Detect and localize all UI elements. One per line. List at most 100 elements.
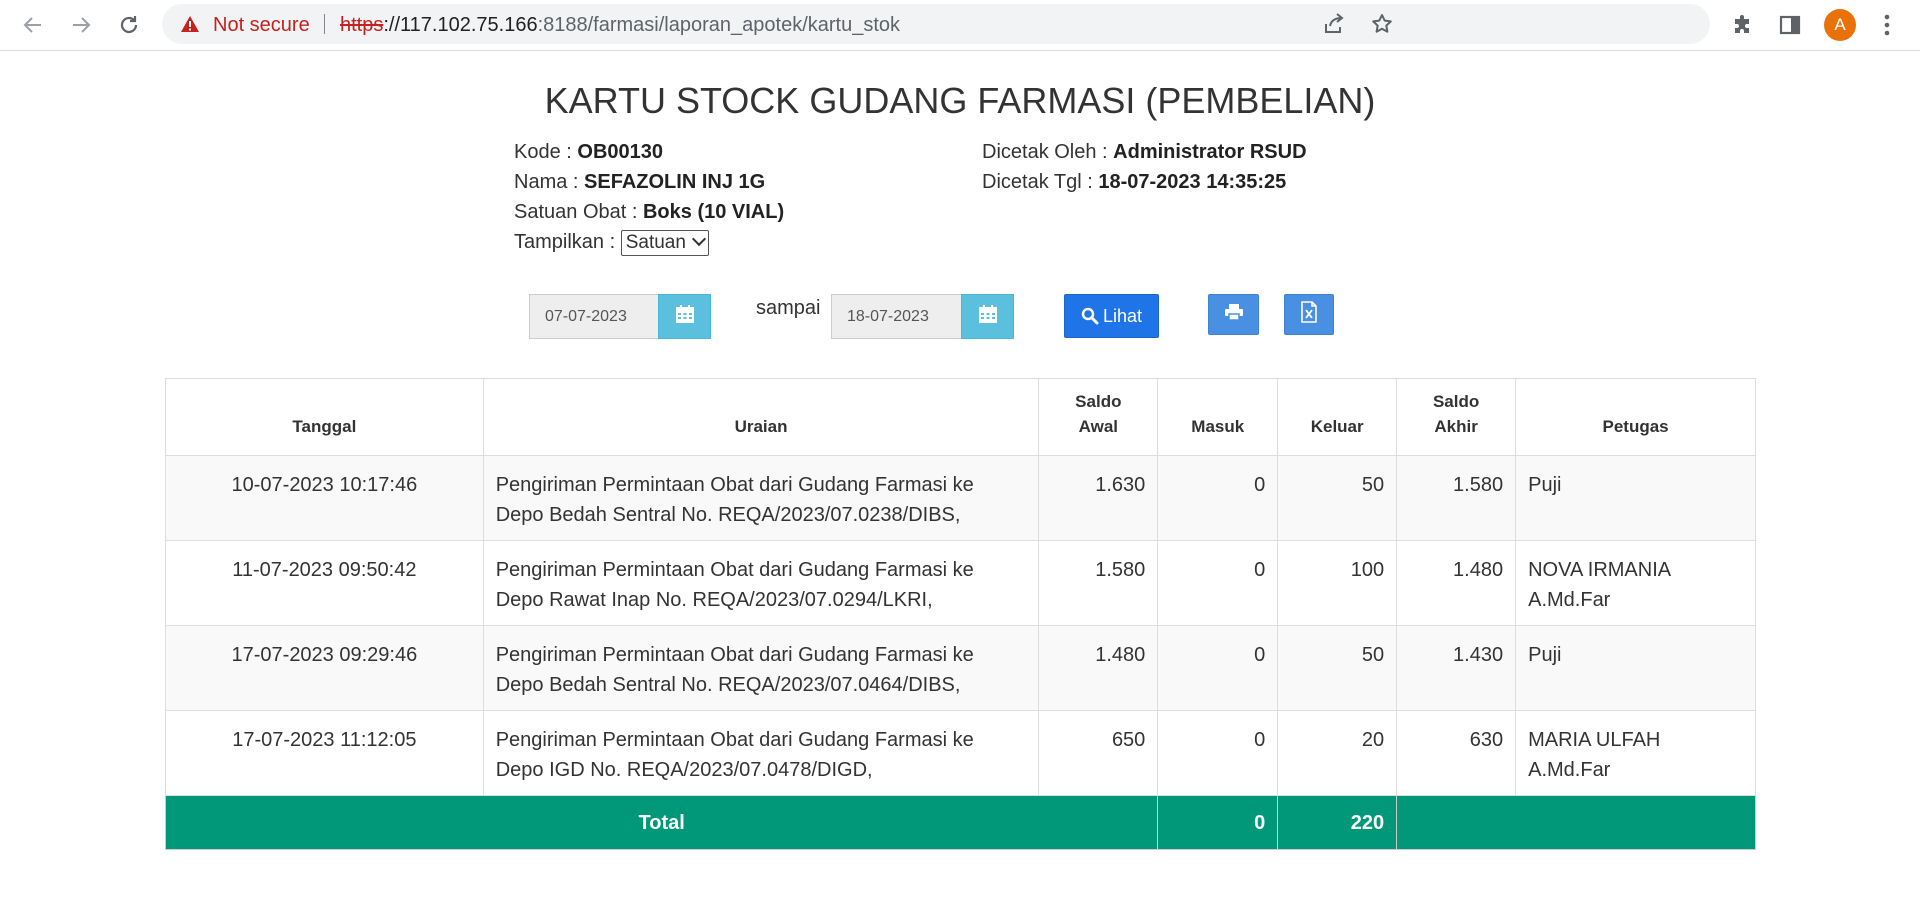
cell-petugas: Puji [1515, 625, 1756, 711]
total-keluar: 220 [1277, 795, 1398, 850]
satuan-label: Satuan Obat : [514, 201, 643, 223]
calendar-icon [978, 304, 998, 329]
nama-value: SEFAZOLIN INJ 1G [584, 171, 766, 193]
print-icon [1224, 303, 1244, 326]
omnibox-separator [324, 14, 325, 34]
tampilkan-select[interactable]: Satuan [620, 229, 709, 256]
address-bar[interactable]: Not secure https://117.102.75.166:8188/f… [162, 4, 1710, 44]
cell-keluar: 20 [1277, 710, 1398, 796]
kebab-menu-icon[interactable] [1873, 11, 1901, 39]
reload-icon[interactable] [111, 7, 147, 43]
info-left: Kode : OB00130 Nama : SEFAZOLIN INJ 1G S… [514, 137, 784, 257]
satuan-line: Satuan Obat : Boks (10 VIAL) [514, 197, 784, 227]
total-row: Total 0 220 [164, 795, 1756, 850]
cell-masuk: 0 [1157, 710, 1279, 796]
cell-tanggal: 17-07-2023 11:12:05 [165, 710, 484, 796]
table-row: 10-07-2023 10:17:46 Pengiriman Permintaa… [165, 455, 1756, 541]
cell-saldo-awal: 1.580 [1038, 540, 1159, 626]
nama-line: Nama : SEFAZOLIN INJ 1G [514, 167, 784, 197]
cell-petugas: NOVA IRMANIA A.Md.Far [1515, 540, 1756, 626]
table-row: 11-07-2023 09:50:42 Pengiriman Permintaa… [165, 540, 1756, 626]
url-host: ://117.102.75.166 [383, 14, 538, 36]
date-from-input[interactable]: 07-07-2023 [529, 294, 659, 339]
total-label: Total [164, 795, 1159, 850]
dicetak-oleh-label: Dicetak Oleh : [982, 141, 1114, 163]
cell-uraian: Pengiriman Permintaan Obat dari Gudang F… [482, 625, 1040, 711]
cell-saldo-awal: 1.480 [1038, 625, 1159, 711]
url-path: :8188/farmasi/laporan_apotek/kartu_stok [537, 14, 901, 36]
col-header-keluar: Keluar [1277, 378, 1398, 456]
table-row: 17-07-2023 11:12:05 Pengiriman Permintaa… [165, 710, 1756, 796]
col-header-saldo-awal: Saldo Awal [1038, 378, 1159, 456]
cell-tanggal: 10-07-2023 10:17:46 [165, 455, 484, 541]
col-header-uraian: Uraian [482, 378, 1040, 456]
cell-uraian: Pengiriman Permintaan Obat dari Gudang F… [482, 455, 1040, 541]
nama-label: Nama : [514, 171, 585, 193]
dicetak-tgl-value: 18-07-2023 14:35:25 [1098, 171, 1287, 193]
sampai-label: sampai [756, 297, 821, 319]
dicetak-oleh-value: Administrator RSUD [1113, 141, 1307, 163]
tampilkan-selected: Satuan [625, 231, 686, 253]
cell-petugas: MARIA ULFAH A.Md.Far [1515, 710, 1756, 796]
col-header-tanggal: Tanggal [165, 378, 484, 456]
cell-keluar: 50 [1277, 455, 1398, 541]
browser-toolbar: Not secure https://117.102.75.166:8188/f… [0, 0, 1920, 51]
info-right: Dicetak Oleh : Administrator RSUD Diceta… [982, 137, 1307, 197]
cell-saldo-akhir: 1.580 [1396, 455, 1517, 541]
cell-masuk: 0 [1157, 455, 1279, 541]
dicetak-oleh-line: Dicetak Oleh : Administrator RSUD [982, 137, 1307, 167]
cell-uraian: Pengiriman Permintaan Obat dari Gudang F… [482, 710, 1040, 796]
calendar-icon [675, 304, 695, 329]
cell-masuk: 0 [1157, 625, 1279, 711]
kode-value: OB00130 [577, 141, 664, 163]
col-header-petugas: Petugas [1515, 378, 1756, 456]
extensions-icon[interactable] [1729, 11, 1757, 39]
back-icon[interactable] [15, 7, 51, 43]
url-text[interactable]: https://117.102.75.166:8188/farmasi/lapo… [340, 14, 900, 37]
search-icon [1081, 307, 1099, 325]
cell-tanggal: 17-07-2023 09:29:46 [165, 625, 484, 711]
forward-icon[interactable] [63, 7, 99, 43]
cell-uraian: Pengiriman Permintaan Obat dari Gudang F… [482, 540, 1040, 626]
cell-petugas: Puji [1515, 455, 1756, 541]
side-panel-icon[interactable] [1776, 11, 1804, 39]
not-secure-label[interactable]: Not secure [213, 14, 310, 37]
col-header-masuk: Masuk [1157, 378, 1279, 456]
cell-masuk: 0 [1157, 540, 1279, 626]
date-to-input[interactable]: 18-07-2023 [831, 294, 962, 339]
bookmark-star-icon[interactable] [1370, 12, 1394, 36]
dicetak-tgl-label: Dicetak Tgl : [982, 171, 1099, 193]
cell-saldo-awal: 1.630 [1038, 455, 1159, 541]
profile-avatar[interactable]: A [1824, 9, 1856, 41]
excel-file-icon [1300, 301, 1318, 328]
print-button[interactable] [1208, 294, 1259, 335]
table-row: 17-07-2023 09:29:46 Pengiriman Permintaa… [165, 625, 1756, 711]
kode-line: Kode : OB00130 [514, 137, 784, 167]
calendar-to-button[interactable] [961, 294, 1014, 339]
col-header-saldo-akhir: Saldo Akhir [1396, 378, 1517, 456]
chevron-down-icon [691, 231, 707, 246]
dicetak-tgl-line: Dicetak Tgl : 18-07-2023 14:35:25 [982, 167, 1307, 197]
tampilkan-line: Tampilkan : Satuan [514, 227, 784, 257]
satuan-value: Boks (10 VIAL) [642, 201, 785, 223]
share-icon[interactable] [1322, 12, 1346, 36]
total-empty [1396, 795, 1756, 850]
cell-tanggal: 11-07-2023 09:50:42 [165, 540, 484, 626]
cell-saldo-awal: 650 [1038, 710, 1159, 796]
export-excel-button[interactable] [1284, 294, 1334, 335]
cell-keluar: 100 [1277, 540, 1398, 626]
table-header-row: Tanggal Uraian Saldo Awal Masuk Keluar S… [165, 378, 1756, 456]
total-masuk: 0 [1157, 795, 1279, 850]
lihat-label: Lihat [1102, 305, 1143, 326]
page-title: KARTU STOCK GUDANG FARMASI (PEMBELIAN) [544, 80, 1376, 121]
calendar-from-button[interactable] [658, 294, 711, 339]
cell-saldo-akhir: 1.480 [1396, 540, 1517, 626]
cell-saldo-akhir: 630 [1396, 710, 1517, 796]
cell-keluar: 50 [1277, 625, 1398, 711]
tampilkan-label: Tampilkan : [514, 231, 621, 253]
warning-icon[interactable] [180, 15, 200, 38]
stock-card-table: Tanggal Uraian Saldo Awal Masuk Keluar S… [164, 378, 1756, 850]
lihat-button[interactable]: Lihat [1064, 294, 1159, 338]
url-scheme: https [340, 14, 384, 36]
cell-saldo-akhir: 1.430 [1396, 625, 1517, 711]
